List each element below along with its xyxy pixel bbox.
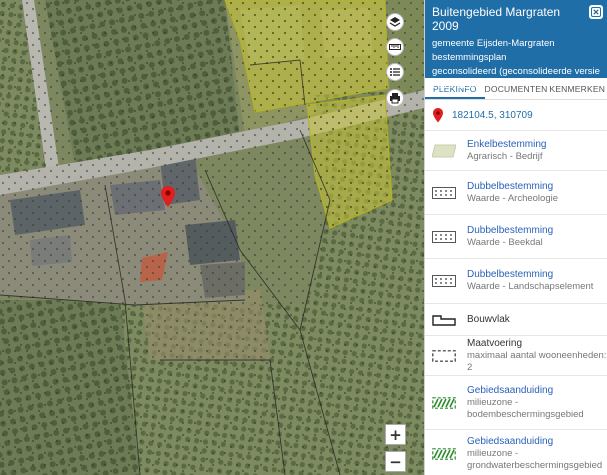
close-panel-button[interactable] [589,5,603,19]
item-subtitle: milieuzone - grondwaterbeschermingsgebie… [467,448,603,471]
item-subtitle: Waarde - Beekdal [467,236,543,248]
list-item-bouwvlak: Bouwvlak [425,304,607,336]
list-item-dubbelbestemming: Dubbelbestemming Waarde - Archeologie [425,171,607,215]
ruler-icon [389,44,401,50]
item-title[interactable]: Dubbelbestemming [467,181,558,193]
list-item-gebiedsaanduiding: Gebiedsaanduiding milieuzone - bodembesc… [425,376,607,430]
panel-header: Buitengebied Margraten 2009 gemeente Eij… [425,0,607,91]
list-item-gebiedsaanduiding: Gebiedsaanduiding milieuzone - grondwate… [425,430,607,475]
bouwvlak-outline-icon [432,310,456,330]
dotted-box-icon [432,183,456,203]
measure-button[interactable] [386,38,404,56]
item-title: Bouwvlak [467,313,510,325]
item-subtitle: Waarde - Landschapselement [467,281,594,292]
item-title[interactable]: Gebiedsaanduiding [467,385,607,397]
item-title[interactable]: Enkelbestemming [467,139,546,151]
zoom-out-button[interactable]: − [385,451,406,472]
coordinates-row: 182104.5, 310709 [425,100,607,131]
plan-type-text: bestemmingsplan [432,52,507,63]
list-item-dubbelbestemming: Dubbelbestemming Waarde - Beekdal [425,215,607,259]
layers-icon [389,17,401,27]
item-subtitle: milieuzone - bodembeschermingsgebied [467,396,584,420]
legend-button[interactable] [386,63,404,81]
location-pin-icon [433,107,443,122]
item-title: Maatvoering [467,337,523,349]
layers-button[interactable] [386,13,404,31]
print-button[interactable] [386,89,404,107]
list-item-enkelbestemming: Enkelbestemming Agrarisch - Bedrijf [425,131,607,171]
item-title[interactable]: Gebiedsaanduiding [467,436,607,448]
item-title[interactable]: Dubbelbestemming [467,225,553,237]
dotted-box-icon [432,271,456,291]
list-item-maatvoering: Maatvoering maximaal aantal wooneenheden… [425,336,607,376]
green-hatched-icon [432,393,456,413]
list-icon [390,68,400,76]
map-view[interactable]: + − [0,0,424,475]
coordinates-value[interactable]: 182104.5, 310709 [452,110,533,121]
municipality-text: gemeente Eijsden-Margraten [432,38,555,49]
item-subtitle: Waarde - Archeologie [467,192,559,204]
agrarisch-swatch-icon [432,141,456,161]
plan-title: Buitengebied Margraten 2009 [432,5,561,33]
list-item-dubbelbestemming: Dubbelbestemming Waarde - Landschapselem… [425,259,607,304]
aerial-imagery [0,0,424,475]
green-hatched-icon [432,444,456,464]
plan-status-text: geconsolideerd (geconsolideerde versie 2… [432,66,600,91]
item-subtitle: Agrarisch - Bedrijf [467,150,543,162]
dotted-box-icon [432,227,456,247]
info-panel: Buitengebied Margraten 2009 gemeente Eij… [424,0,607,475]
zoom-in-button[interactable]: + [385,424,406,445]
dashed-box-icon [432,346,456,366]
location-marker-icon[interactable] [161,186,175,208]
item-subtitle: maximaal aantal wooneenheden: 2 [467,349,607,373]
item-title[interactable]: Dubbelbestemming [467,269,593,281]
close-icon [591,7,601,17]
printer-icon [390,93,400,104]
